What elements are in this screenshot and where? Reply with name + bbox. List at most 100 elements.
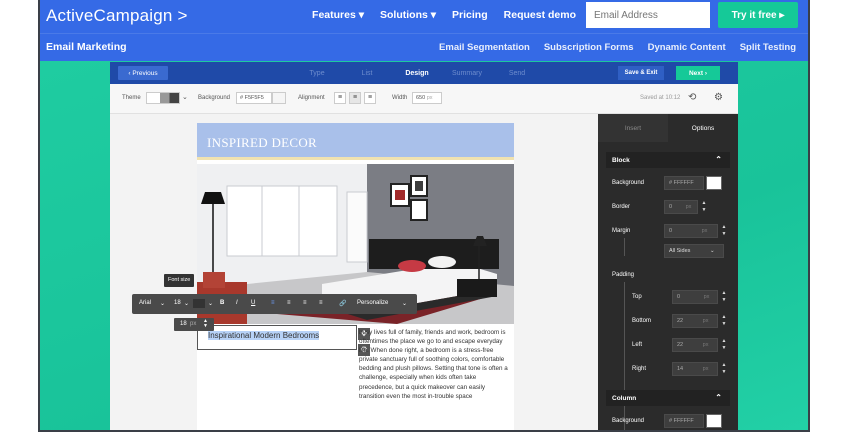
column-section-title: Column	[612, 395, 637, 402]
padding-top-label: Top	[632, 294, 642, 300]
step-summary[interactable]: Summary	[442, 62, 492, 84]
padding-bottom-value: 22	[677, 318, 684, 324]
align-left-button[interactable]: ≡	[334, 92, 346, 104]
block-section-header[interactable]: Block ⌃	[606, 152, 730, 168]
underline-button[interactable]: U	[251, 300, 255, 306]
email-body-text[interactable]: busy lives full of family, friends and w…	[359, 328, 511, 401]
email-address-input[interactable]	[586, 2, 710, 28]
text-color-chip[interactable]	[193, 299, 205, 308]
tab-insert[interactable]: Insert	[598, 114, 668, 142]
padding-right-value: 14	[677, 366, 684, 372]
link-icon[interactable]: 🔗	[339, 300, 346, 307]
align-right-text-icon[interactable]: ≡	[303, 300, 307, 306]
next-button[interactable]: Next ›	[676, 66, 720, 80]
email-preview: INSPIRED DECOR Inspirational Modern Bedr…	[197, 123, 514, 430]
email-header-block[interactable]: INSPIRED DECOR	[197, 123, 514, 160]
personalize-select[interactable]: Personalize	[357, 300, 388, 306]
padding-bottom-stepper-icon[interactable]: ▲ ▼	[720, 314, 728, 328]
font-size-stepper-icon[interactable]: ▲ ▼	[203, 319, 208, 329]
width-input[interactable]: 650 px	[412, 92, 442, 104]
padding-right-stepper-icon[interactable]: ▲ ▼	[720, 362, 728, 376]
padding-top-value: 0	[677, 294, 681, 300]
column-background-chip[interactable]	[706, 414, 722, 428]
padding-label: Padding	[612, 272, 635, 278]
subnav-split-testing[interactable]: Split Testing	[740, 42, 796, 53]
padding-left-stepper-icon[interactable]: ▲ ▼	[720, 338, 728, 352]
theme-chevron-icon[interactable]: ⌄	[182, 93, 188, 101]
bold-button[interactable]: B	[220, 300, 224, 306]
padding-left-input[interactable]: 22 px	[672, 338, 718, 352]
main-nav: Features ▾ Solutions ▾ Pricing Request d…	[312, 9, 576, 21]
margin-stepper-icon[interactable]: ▲ ▼	[720, 224, 728, 238]
nav-solutions[interactable]: Solutions ▾	[380, 9, 436, 21]
margin-sides-chevron-icon: ⌄	[709, 248, 715, 254]
padding-bottom-unit: px	[702, 318, 709, 324]
width-unit: px	[426, 95, 433, 101]
subnav-title[interactable]: Email Marketing	[46, 41, 127, 53]
padding-right-label: Right	[632, 366, 647, 372]
background-color-chip[interactable]	[272, 92, 286, 104]
activecampaign-logo[interactable]: ActiveCampaign >	[46, 6, 188, 26]
step-design[interactable]: Design	[392, 62, 442, 84]
design-toolbar: Theme ⌄ Background # F5F5F5 Alignment ≡ …	[110, 84, 738, 114]
email-header-title[interactable]: INSPIRED DECOR	[207, 135, 317, 151]
heading-text-block[interactable]: Inspirational Modern Bedrooms	[197, 325, 357, 350]
padding-right-input[interactable]: 14 px	[672, 362, 718, 376]
column-section-header[interactable]: Column ⌃	[606, 390, 730, 406]
font-size-input[interactable]: 18 px ▲ ▼	[174, 318, 214, 331]
border-stepper-icon[interactable]: ▲ ▼	[700, 200, 708, 214]
subnav-email-segmentation[interactable]: Email Segmentation	[439, 42, 530, 53]
tab-options[interactable]: Options	[668, 114, 738, 142]
justify-text-icon[interactable]: ≡	[319, 300, 323, 306]
history-icon[interactable]: ⟲	[688, 92, 696, 103]
margin-sides-value: All Sides	[669, 248, 691, 254]
padding-top-stepper-icon[interactable]: ▲ ▼	[720, 290, 728, 304]
selected-heading-text[interactable]: Inspirational Modern Bedrooms	[208, 331, 320, 340]
background-color-field[interactable]: # F5F5F5	[236, 92, 272, 104]
previous-button[interactable]: ‹ Previous	[118, 66, 168, 80]
theme-swatch[interactable]	[146, 92, 180, 104]
subnav-subscription-forms[interactable]: Subscription Forms	[544, 42, 634, 53]
font-family-select[interactable]: Arial	[139, 300, 151, 306]
padding-right-unit: px	[702, 366, 709, 372]
saved-status: Saved at 10:12	[640, 95, 681, 101]
panel-tabs: Insert Options	[598, 114, 738, 142]
gear-icon[interactable]: ⚙	[714, 92, 723, 103]
step-type[interactable]: Type	[292, 62, 342, 84]
align-center-text-icon[interactable]: ≡	[287, 300, 291, 306]
width-value: 650	[416, 95, 426, 101]
subnav-dynamic-content[interactable]: Dynamic Content	[648, 42, 726, 53]
block-background-field[interactable]: # FFFFFF	[664, 176, 704, 190]
font-size-chevron-icon[interactable]: ⌄	[184, 300, 189, 307]
block-background-chip[interactable]	[706, 176, 722, 190]
font-family-chevron-icon[interactable]: ⌄	[160, 300, 165, 307]
italic-button[interactable]: I	[236, 300, 238, 306]
step-list[interactable]: List	[342, 62, 392, 84]
save-exit-button[interactable]: Save & Exit	[618, 66, 664, 80]
text-color-chevron-icon[interactable]: ⌄	[208, 300, 213, 307]
border-input[interactable]: 0 px	[664, 200, 698, 214]
margin-value: 0	[669, 228, 673, 234]
try-it-free-button[interactable]: Try it free ▸	[718, 2, 798, 28]
nav-features[interactable]: Features ▾	[312, 9, 364, 21]
font-size-select[interactable]: 18	[174, 300, 181, 306]
width-label: Width	[392, 95, 408, 101]
column-background-label: Background	[612, 418, 645, 424]
collapse-chevron-icon[interactable]: ⌃	[715, 155, 722, 164]
align-center-button[interactable]: ≡	[349, 92, 361, 104]
align-left-text-icon[interactable]: ≡	[271, 300, 275, 306]
margin-sides-select[interactable]: All Sides ⌄	[664, 244, 724, 258]
align-right-button[interactable]: ≡	[364, 92, 376, 104]
nav-pricing[interactable]: Pricing	[452, 9, 488, 21]
background-label: Background	[198, 95, 231, 101]
browser-frame: ActiveCampaign > Features ▾ Solutions ▾ …	[38, 0, 810, 432]
padding-bottom-input[interactable]: 22 px	[672, 314, 718, 328]
column-collapse-chevron-icon[interactable]: ⌃	[715, 393, 722, 402]
nav-request-demo[interactable]: Request demo	[504, 9, 576, 21]
margin-input[interactable]: 0 px	[664, 224, 718, 238]
column-background-field[interactable]: # FFFFFF	[664, 414, 704, 428]
step-send[interactable]: Send	[492, 62, 542, 84]
margin-tree-line	[624, 238, 625, 256]
personalize-chevron-icon[interactable]: ⌄	[402, 300, 407, 307]
padding-top-input[interactable]: 0 px	[672, 290, 718, 304]
